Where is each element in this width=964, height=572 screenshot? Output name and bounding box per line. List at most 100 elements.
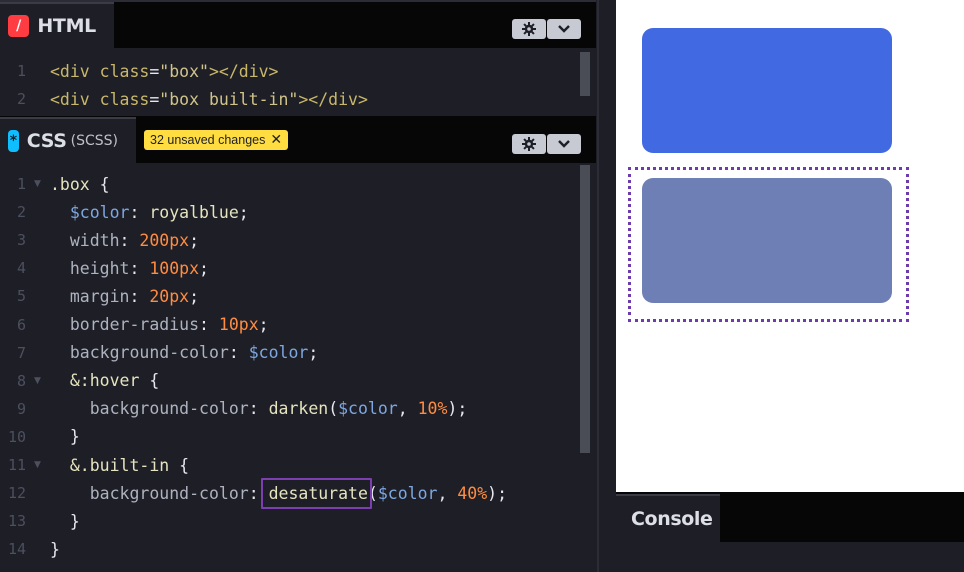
line-number: 13 — [7, 512, 26, 531]
code-token: ( — [328, 399, 339, 419]
gear-icon — [522, 22, 536, 36]
code-token: : — [129, 202, 150, 222]
preview-box[interactable] — [642, 28, 892, 153]
code-line[interactable]: 1 ▼ .box { — [0, 170, 580, 198]
code-token: $color — [338, 399, 398, 419]
code-line[interactable]: 4 height: 100px; — [0, 254, 580, 282]
code-token: height — [69, 258, 130, 278]
unsaved-changes-badge[interactable]: 32 unsaved changes ✕ — [144, 130, 289, 150]
code-line[interactable]: 13 } — [0, 507, 580, 535]
code-line[interactable]: 2 <div class="box built-in"></div> — [0, 85, 580, 113]
line-number: 4 — [16, 259, 26, 278]
code-token: ></div> — [298, 89, 368, 109]
code-line[interactable]: 7 background-color: $color; — [0, 339, 580, 367]
code-line[interactable]: 14} — [0, 535, 580, 563]
fold-toggle-icon[interactable]: ▼ — [34, 460, 41, 470]
code-text: border-radius: 10px; — [50, 315, 269, 334]
css-settings-button[interactable] — [512, 134, 546, 154]
code-text: margin: 20px; — [50, 287, 199, 306]
code-token: { — [149, 371, 160, 391]
line-number: 11 — [7, 456, 26, 474]
css-collapse-button[interactable] — [547, 134, 581, 154]
css-pane-tab[interactable]: * CSS (SCSS) — [0, 117, 136, 163]
code-token: margin — [69, 286, 130, 306]
code-line[interactable]: 6 border-radius: 10px; — [0, 311, 580, 339]
code-token: , — [437, 483, 458, 503]
css-pane-header: * CSS (SCSS) 32 unsaved changes ✕ — [0, 117, 596, 163]
code-token: width — [69, 230, 120, 250]
line-number: 10 — [7, 427, 26, 446]
code-text: <div class="box"></div> — [50, 62, 279, 81]
line-number: 9 — [16, 399, 26, 418]
code-text: $color: royalblue; — [50, 203, 249, 222]
line-number: 7 — [16, 343, 26, 362]
fold-toggle-icon[interactable]: ▼ — [34, 376, 41, 386]
highlighted-token: desaturate — [260, 477, 372, 509]
code-line[interactable]: 2 $color: royalblue; — [0, 198, 580, 226]
code-token: $color — [69, 202, 130, 222]
code-token: 10% — [417, 399, 448, 419]
css-editor[interactable]: 1 ▼ .box {2 $color: royalblue; 3 width: 200… — [0, 163, 596, 572]
code-token: &.built-in — [69, 455, 180, 475]
css-pane-subtitle: (SCSS) — [70, 133, 118, 149]
line-number: 12 — [7, 484, 26, 503]
code-token: 100px — [149, 258, 200, 278]
code-token: : — [228, 343, 249, 363]
code-token: border-radius — [69, 315, 200, 334]
code-line[interactable]: 11 ▼ &.built-in { — [0, 451, 580, 479]
code-line[interactable]: 5 margin: 20px; — [0, 282, 580, 310]
highlight-outline — [628, 167, 909, 322]
result-preview — [616, 0, 964, 492]
code-token: : — [248, 399, 269, 419]
css-asterisk-icon: * — [8, 130, 19, 152]
html-editor-scrollbar[interactable] — [580, 52, 590, 96]
code-token: : — [129, 258, 150, 278]
code-token: $color — [248, 343, 309, 363]
html-pane-tab[interactable]: / HTML — [0, 2, 114, 48]
code-token: ></div> — [208, 61, 279, 81]
code-line[interactable]: 1 <div class="box"></div> — [0, 57, 580, 85]
code-text: } — [50, 427, 80, 446]
code-token: "box" — [159, 61, 209, 81]
console-header: Console — [616, 492, 964, 542]
code-text: background-color: darken($color, 10%); — [50, 399, 468, 419]
code-line[interactable]: 12 background-color: desaturate ($color, … — [0, 477, 580, 509]
line-number: 1 — [16, 62, 26, 80]
code-token: 20px — [149, 286, 190, 306]
code-token: <div — [50, 89, 100, 109]
code-text: &.built-in { — [50, 456, 189, 475]
html-settings-button[interactable] — [512, 19, 546, 39]
fold-toggle-icon[interactable]: ▼ — [34, 179, 41, 189]
code-token: "box built-in" — [159, 89, 299, 109]
code-token: &:hover — [69, 371, 150, 391]
css-pane-title: CSS — [26, 130, 67, 152]
code-token: { — [179, 455, 190, 475]
code-token: 200px — [139, 230, 190, 250]
close-icon[interactable]: ✕ — [270, 132, 282, 148]
code-line[interactable]: 9 background-color: darken($color, 10%); — [0, 395, 580, 423]
code-text: background-color: desaturate ($color, 40%… — [50, 477, 507, 509]
line-number: 5 — [16, 287, 26, 306]
console-tab[interactable]: Console — [616, 494, 720, 542]
code-text: <div class="box built-in"></div> — [50, 90, 368, 109]
code-line[interactable]: 10 } — [0, 423, 580, 451]
html-collapse-button[interactable] — [547, 19, 581, 39]
code-token: 40% — [457, 483, 488, 503]
code-token: : — [119, 230, 140, 250]
highlight-box — [260, 477, 372, 509]
css-editor-scrollbar[interactable] — [580, 165, 590, 453]
code-token: <div — [50, 61, 100, 81]
code-token: ; — [258, 315, 269, 334]
line-number: 14 — [7, 540, 26, 559]
code-token: : — [129, 286, 150, 306]
code-line[interactable]: 3 width: 200px; — [0, 226, 580, 254]
code-line[interactable]: 8 ▼ &:hover { — [0, 367, 580, 395]
code-token: darken — [268, 399, 329, 419]
pane-resize-divider[interactable] — [596, 0, 616, 572]
html-editor[interactable]: 1 <div class="box"></div> 2 <div class="box… — [0, 48, 596, 116]
console-panel — [616, 542, 964, 572]
code-token: { — [99, 174, 110, 194]
code-token: ; — [308, 343, 319, 363]
html-pane-title: HTML — [37, 15, 96, 37]
line-number: 1 — [16, 175, 26, 193]
